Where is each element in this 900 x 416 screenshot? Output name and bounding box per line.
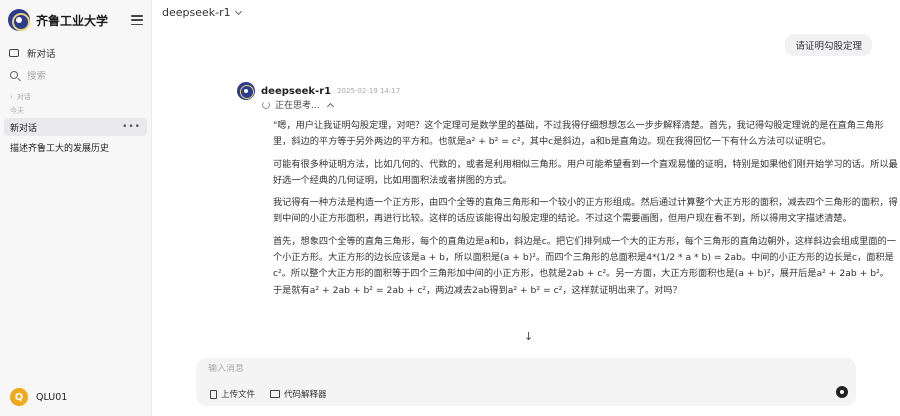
avatar: Q — [10, 388, 28, 406]
user-message: 请证明勾股定理 — [785, 34, 872, 56]
menu-icon[interactable] — [131, 15, 143, 25]
message-input[interactable] — [208, 364, 768, 374]
upload-file-button[interactable]: 上传文件 — [210, 388, 255, 400]
message-composer: 上传文件 代码解释器 — [196, 358, 856, 406]
chevron-down-icon — [234, 7, 242, 15]
search-input[interactable]: 搜索 — [0, 64, 151, 86]
reply-paragraph: 首先，想象四个全等的直角三角形，每个的直角边是a和b，斜边是c。把它们排列成一个… — [273, 235, 896, 296]
app-window: 齐鲁工业大学 新对话 搜索 › 对话 今天 新对话 ••• 描述齐鲁工大的发展历… — [0, 0, 900, 416]
section-chats-label: › 对话 — [10, 93, 31, 101]
send-icon — [840, 390, 844, 394]
bot-name: deepseek-r1 — [261, 85, 332, 97]
reply-paragraph: 我记得有一种方法是构造一个正方形，由四个全等的直角三角形和一个较小的正方形组成。… — [273, 197, 898, 225]
message-timestamp: 2025-02-19 14:17 — [337, 87, 401, 95]
search-placeholder: 搜索 — [27, 71, 47, 82]
thinking-label: 正在思考... — [275, 101, 320, 111]
model-selector[interactable]: deepseek-r1 — [162, 6, 242, 19]
brand-name: 齐鲁工业大学 — [36, 13, 109, 28]
reply-paragraph: "嗯，用户让我证明勾股定理，对吧？这个定理可是数学里的基础，不过我得仔细想想怎么… — [273, 120, 884, 148]
chat-area: deepseek-r1 请证明勾股定理 deepseek-r1 2025-02-… — [152, 0, 900, 416]
section-today-label: 今天 — [10, 107, 24, 115]
chat-bubble-icon — [8, 47, 20, 59]
loading-spinner-icon — [262, 100, 270, 109]
thinking-toggle[interactable]: 正在思考... — [262, 98, 334, 111]
brand-header: 齐鲁工业大学 — [0, 2, 151, 38]
user-profile[interactable]: Q QLU01 — [10, 388, 67, 406]
more-options-icon[interactable]: ••• — [122, 122, 141, 132]
sidebar: 齐鲁工业大学 新对话 搜索 › 对话 今天 新对话 ••• 描述齐鲁工大的发展历… — [0, 0, 152, 416]
history-item-qlu-history[interactable]: 描述齐鲁工大的发展历史 — [4, 138, 147, 156]
code-icon — [270, 390, 280, 398]
history-item-new-chat[interactable]: 新对话 ••• — [4, 118, 147, 136]
send-button[interactable] — [836, 386, 848, 398]
user-name: QLU01 — [36, 391, 68, 403]
new-chat-label: 新对话 — [27, 49, 56, 60]
chevron-up-icon — [326, 102, 334, 110]
code-interpreter-button[interactable]: 代码解释器 — [270, 388, 327, 400]
upload-label: 上传文件 — [221, 390, 256, 400]
search-icon — [8, 69, 20, 81]
bot-reply: "嗯，用户让我证明勾股定理，对吧？这个定理可是数学里的基础，不过我得仔细想想怎么… — [273, 118, 898, 358]
reply-paragraph: 可能有很多种证明方法，比如几何的、代数的，或者是利用相似三角形。用户可能希望看到… — [273, 158, 898, 186]
code-label: 代码解释器 — [284, 390, 327, 400]
university-logo-icon — [8, 9, 30, 31]
history-item-label: 新对话 — [10, 123, 38, 134]
model-name: deepseek-r1 — [162, 6, 231, 19]
bot-avatar-icon — [237, 82, 255, 100]
file-icon — [210, 389, 217, 399]
chevron-right-icon: › — [10, 93, 13, 101]
history-item-label: 描述齐鲁工大的发展历史 — [10, 143, 110, 154]
scroll-down-icon[interactable]: ↓ — [524, 330, 533, 343]
new-chat-button[interactable]: 新对话 — [0, 42, 151, 64]
